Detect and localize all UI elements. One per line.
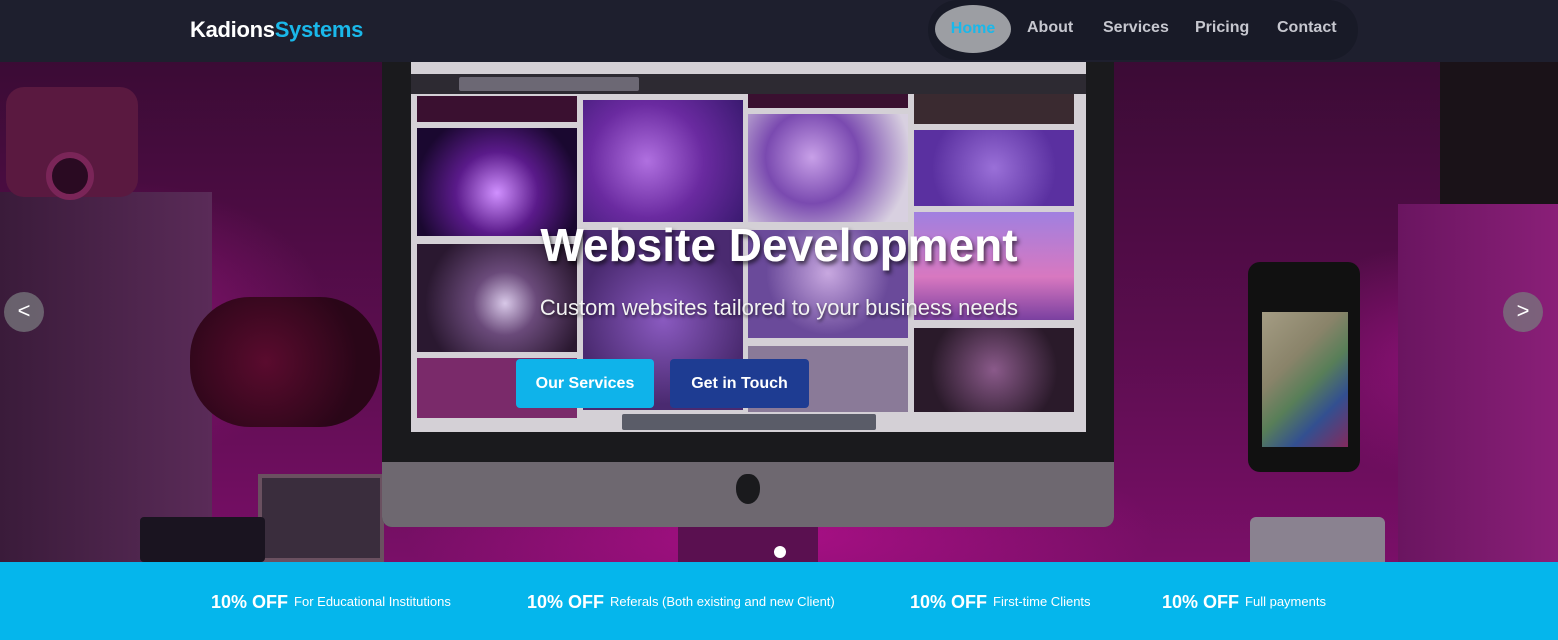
camera-lens <box>46 152 94 200</box>
promo-item: 10% OFF First-time Clients <box>910 592 1091 613</box>
photo-tile <box>914 130 1074 206</box>
promo-label: Full payments <box>1245 594 1326 609</box>
photo-frame-image <box>258 474 384 562</box>
screen-search-bar <box>459 77 639 91</box>
brand-logo[interactable]: KadionsSystems <box>190 17 363 43</box>
carousel-indicator-dot[interactable] <box>774 546 786 558</box>
hero-title: Website Development <box>540 219 1018 271</box>
promo-discount: 10% OFF <box>910 592 988 612</box>
brand-name-part2: Systems <box>274 17 364 42</box>
screen-dock <box>622 414 876 430</box>
speaker-image <box>1440 62 1558 212</box>
nav-item-home[interactable]: Home <box>935 5 1011 53</box>
photo-tile <box>748 114 908 222</box>
promo-item: 10% OFF Referals (Both existing and new C… <box>527 592 835 613</box>
carousel-prev-button[interactable]: < <box>4 292 44 332</box>
promo-discount: 10% OFF <box>211 592 289 612</box>
site-header: KadionsSystems Home About Services Prici… <box>0 0 1558 62</box>
our-services-button[interactable]: Our Services <box>516 359 654 408</box>
mug-image <box>1250 517 1385 562</box>
promo-item: 10% OFF Full payments <box>1162 592 1326 613</box>
photo-tile <box>748 94 908 108</box>
instant-camera-image <box>6 87 138 200</box>
promo-discount: 10% OFF <box>527 592 605 612</box>
hero-subtitle: Custom websites tailored to your busines… <box>539 295 1019 320</box>
photo-tile <box>417 96 577 122</box>
promo-label: Referals (Both existing and new Client) <box>610 594 835 609</box>
promo-discount: 10% OFF <box>1162 592 1240 612</box>
brand-name-part1: Kadions <box>190 17 275 42</box>
candle-image <box>140 517 265 562</box>
nav-item-contact[interactable]: Contact <box>1277 19 1337 37</box>
photo-tile <box>583 100 743 222</box>
hero-carousel: Website Development Custom websites tail… <box>0 62 1558 562</box>
promo-bar: 10% OFF For Educational Institutions 10% … <box>0 562 1558 640</box>
nav-item-services[interactable]: Services <box>1103 19 1169 37</box>
photo-tile <box>914 328 1074 412</box>
apple-logo-icon <box>736 474 760 504</box>
nav-item-about[interactable]: About <box>1027 19 1073 37</box>
main-nav: Home About Services Pricing Contact <box>928 0 1358 60</box>
promo-item: 10% OFF For Educational Institutions <box>211 592 451 613</box>
promo-label: First-time Clients <box>993 594 1091 609</box>
promo-label: For Educational Institutions <box>294 594 451 609</box>
nav-item-pricing[interactable]: Pricing <box>1195 19 1249 37</box>
carousel-next-button[interactable]: > <box>1503 292 1543 332</box>
monitor-stand <box>678 527 818 562</box>
phone-screen <box>1262 312 1348 447</box>
photo-tile <box>914 94 1074 124</box>
get-in-touch-button[interactable]: Get in Touch <box>670 359 809 408</box>
